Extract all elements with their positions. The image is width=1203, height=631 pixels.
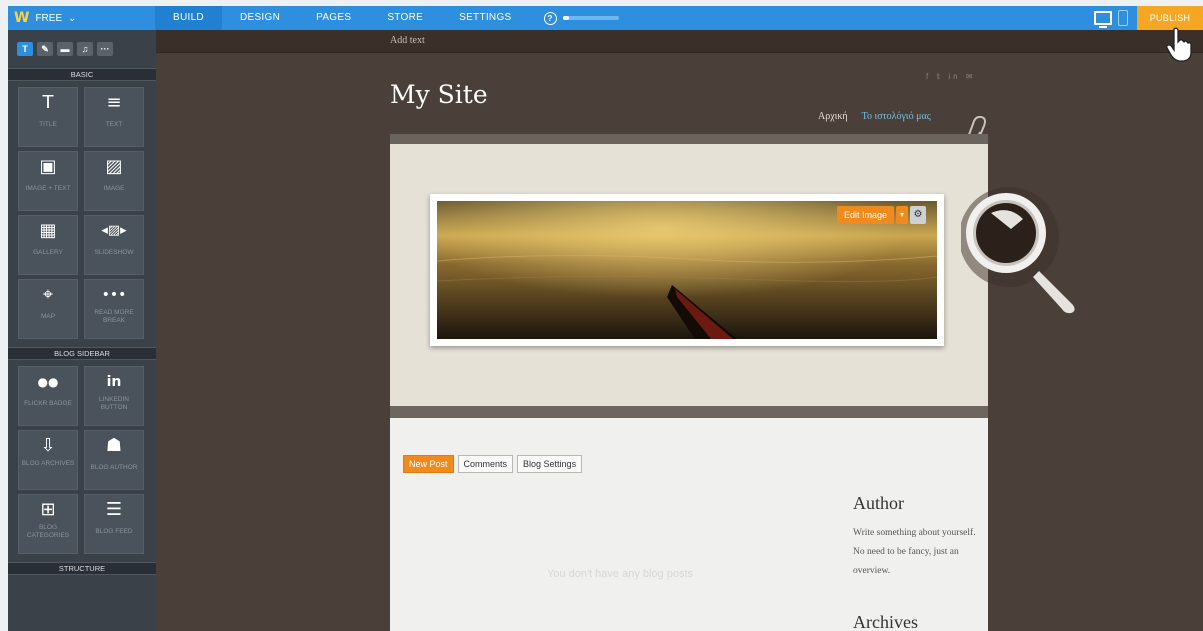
hand-cursor-icon [1166, 27, 1192, 62]
element-image[interactable]: ▨ IMAGE [84, 151, 144, 211]
gallery-icon: ▦ [39, 220, 57, 241]
tab-design[interactable]: DESIGN [222, 6, 298, 30]
categories-icon: ⊞ [40, 499, 56, 520]
element-label: SLIDESHOW [94, 249, 134, 256]
title-icon: T [42, 92, 54, 113]
element-blog-archives[interactable]: ⇩ BLOG ARCHIVES [18, 430, 78, 490]
header-bottom-band [390, 406, 988, 418]
blog-elements: ●● FLICKR BADGE in LINKEDIN BUTTON ⇩ BLO… [8, 360, 156, 562]
feed-icon: ☰ [105, 499, 123, 520]
mobile-view-icon[interactable] [1118, 10, 1128, 26]
layout-elements-tab[interactable]: ▬ [57, 42, 73, 56]
element-gallery[interactable]: ▦ GALLERY [18, 215, 78, 275]
author-icon: ☗ [105, 435, 123, 456]
edit-image-dropdown[interactable]: ▾ [896, 206, 909, 224]
element-label: IMAGE + TEXT [25, 185, 71, 192]
edit-image-button[interactable]: Edit Image [837, 206, 895, 224]
setup-progress-fill [562, 16, 570, 20]
element-label: BLOG ARCHIVES [21, 460, 75, 467]
element-label: TITLE [39, 121, 57, 128]
element-label: BLOG AUTHOR [90, 464, 138, 471]
basic-elements: T TITLE ≡ TEXT ▣ IMAGE + TEXT ▨ IMAGE ▦ … [8, 81, 156, 347]
text-bar: Add text [156, 30, 1203, 53]
site-title[interactable]: My Site [390, 80, 488, 109]
new-post-button[interactable]: New Post [403, 455, 454, 473]
element-label: BLOG FEED [95, 528, 133, 535]
section-basic: BASIC [8, 68, 156, 81]
element-label: LINKEDIN BUTTON [99, 396, 129, 411]
element-label: READ MORE BREAK [94, 309, 134, 324]
archives-heading[interactable]: Archives [853, 612, 918, 631]
add-text-field[interactable]: Add text [390, 35, 425, 46]
slideshow-icon: ◂▨▸ [101, 223, 127, 238]
desktop-view-icon[interactable] [1094, 11, 1112, 28]
element-blog-author[interactable]: ☗ BLOG AUTHOR [84, 430, 144, 490]
image-icon: ▨ [105, 156, 123, 177]
element-image-text[interactable]: ▣ IMAGE + TEXT [18, 151, 78, 211]
gear-icon[interactable]: ⚙ [910, 206, 927, 224]
nav-blog[interactable]: Το ιστολόγιό μας [862, 111, 931, 122]
edit-elements-tab[interactable]: ✎ [37, 42, 53, 56]
social-icons[interactable]: f 𝕥 in ✉ [926, 72, 976, 81]
nav-home[interactable]: Αρχική [818, 111, 848, 122]
chevron-down-icon: ⌄ [68, 12, 77, 24]
header-area: Edit Image ▾ ⚙ [390, 144, 988, 408]
blog-settings-button[interactable]: Blog Settings [517, 455, 583, 473]
device-toggle [1094, 10, 1128, 28]
section-blog-sidebar: BLOG SIDEBAR [8, 347, 156, 360]
header-top-band [390, 134, 988, 144]
comments-button[interactable]: Comments [457, 455, 514, 473]
element-label: GALLERY [33, 249, 63, 256]
element-label: MAP [40, 313, 56, 320]
linkedin-icon: in [106, 374, 122, 390]
media-elements-tab[interactable]: ♫ [77, 42, 93, 56]
more-elements-tab[interactable]: ··· [97, 42, 113, 56]
element-linkedin-button[interactable]: in LINKEDIN BUTTON [84, 366, 144, 426]
blog-content: New Post Comments Blog Settings You don'… [390, 418, 988, 631]
element-title[interactable]: T TITLE [18, 87, 78, 147]
element-text[interactable]: ≡ TEXT [84, 87, 144, 147]
editor-window: W FREE ⌄ BUILD DESIGN PAGES STORE SETTIN… [8, 6, 1203, 631]
tab-store[interactable]: STORE [369, 6, 441, 30]
tab-build[interactable]: BUILD [155, 6, 222, 30]
element-label: FLICKR BADGE [24, 400, 72, 407]
section-structure: STRUCTURE [8, 562, 156, 575]
archives-icon: ⇩ [40, 435, 56, 456]
setup-progress-bar [562, 16, 619, 20]
element-read-more[interactable]: ••• READ MORE BREAK [84, 279, 144, 339]
read-more-icon: ••• [101, 287, 127, 303]
map-pin-icon: ⌖ [42, 284, 54, 305]
plan-menu[interactable]: W FREE ⌄ [8, 6, 155, 30]
help-progress[interactable]: ? [543, 11, 619, 25]
image-text-icon: ▣ [39, 156, 57, 177]
element-map[interactable]: ⌖ MAP [18, 279, 78, 339]
element-slideshow[interactable]: ◂▨▸ SLIDESHOW [84, 215, 144, 275]
empty-posts-message: You don't have any blog posts [546, 568, 694, 580]
element-blog-feed[interactable]: ☰ BLOG FEED [84, 494, 144, 554]
text-icon: ≡ [106, 92, 122, 113]
plan-label: FREE [35, 12, 63, 24]
author-description[interactable]: Write something about yourself. No need … [853, 524, 978, 581]
element-blog-categories[interactable]: ⊞ BLOG CATEGORIES [18, 494, 78, 554]
flickr-icon: ●● [37, 375, 59, 389]
element-sidebar: T ✎ ▬ ♫ ··· BASIC T TITLE ≡ TEXT ▣ IMAGE… [8, 30, 156, 631]
site-navigation: Αρχική Το ιστολόγιό μας [818, 111, 931, 122]
element-category-tabs: T ✎ ▬ ♫ ··· [8, 30, 156, 68]
coffee-cup-decoration [961, 187, 1075, 314]
tab-pages[interactable]: PAGES [298, 6, 369, 30]
tab-settings[interactable]: SETTINGS [441, 6, 529, 30]
author-heading[interactable]: Author [853, 493, 904, 514]
element-flickr-badge[interactable]: ●● FLICKR BADGE [18, 366, 78, 426]
top-bar: W FREE ⌄ BUILD DESIGN PAGES STORE SETTIN… [8, 6, 1203, 30]
help-icon[interactable]: ? [543, 11, 557, 25]
weebly-logo-icon: W [14, 10, 30, 26]
edit-image-controls: Edit Image ▾ ⚙ [837, 206, 927, 224]
element-label: BLOG CATEGORIES [26, 524, 70, 539]
blog-toolbar: New Post Comments Blog Settings [403, 455, 583, 473]
element-label: TEXT [105, 121, 123, 128]
site-canvas: Add text f 𝕥 in ✉ My Site Αρχική Το ιστο… [156, 30, 1203, 631]
element-label: IMAGE [103, 185, 125, 192]
text-elements-tab[interactable]: T [17, 42, 33, 56]
